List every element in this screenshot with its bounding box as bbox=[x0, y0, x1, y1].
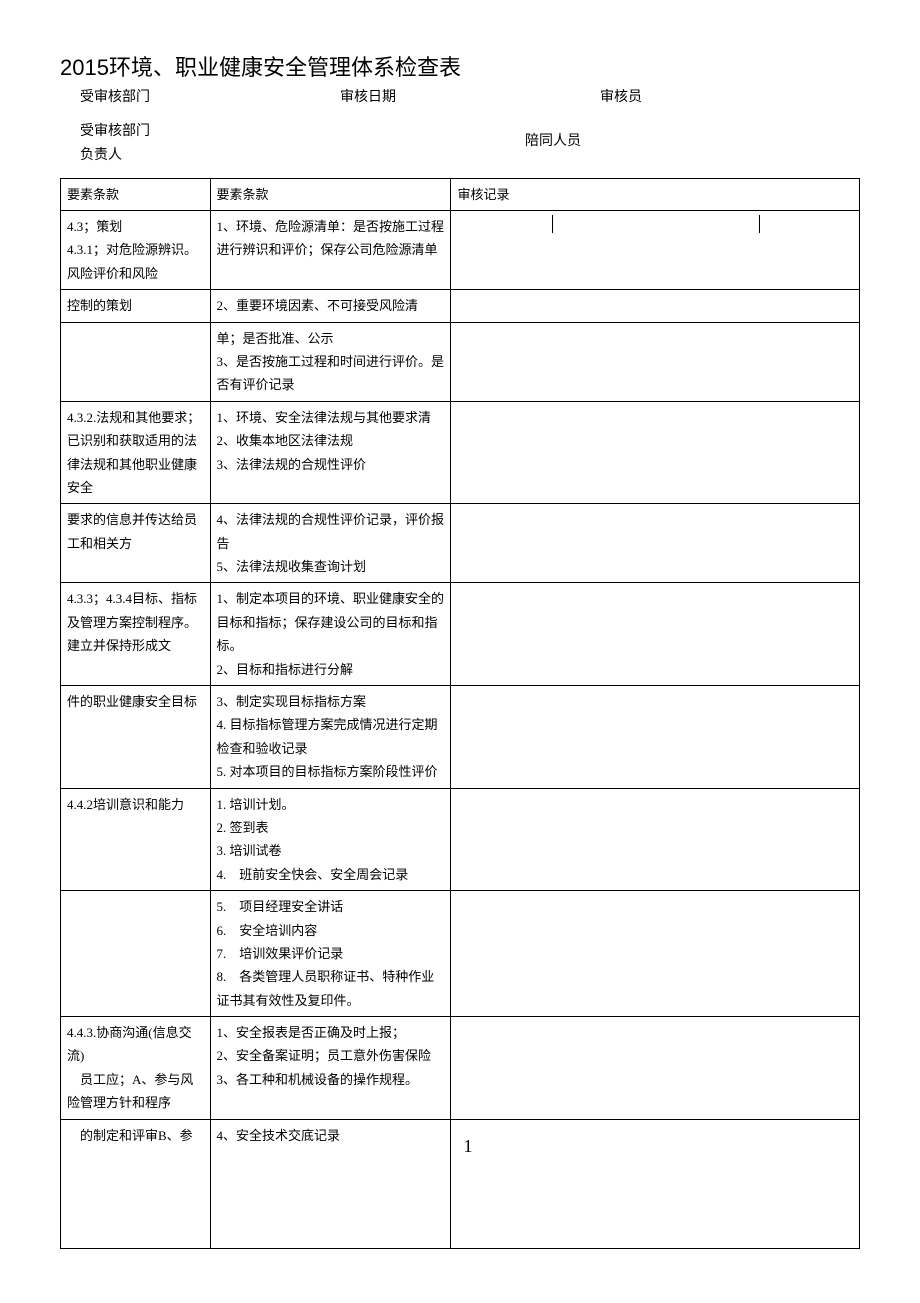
content-cell: 3、制定实现目标指标方案 4. 目标指标管理方案完成情况进行定期检查和验收记录 … bbox=[210, 686, 451, 789]
content-cell: 1. 培训计划。 2. 签到表 3. 培训试卷 4. 班前安全快会、安全周会记录 bbox=[210, 788, 451, 891]
table-row: 的制定和评审B、参4、安全技术交底记录1 bbox=[61, 1119, 860, 1248]
clause-cell: 的制定和评审B、参 bbox=[61, 1119, 211, 1248]
content-cell: 4、安全技术交底记录 bbox=[210, 1119, 451, 1248]
clause-cell: 4.4.3.协商沟通(信息交流) 员工应；A、参与风险管理方针和程序 bbox=[61, 1017, 211, 1120]
record-cell bbox=[451, 290, 860, 322]
record-cell bbox=[451, 210, 860, 289]
clause-cell: 件的职业健康安全目标 bbox=[61, 686, 211, 789]
table-row: 单；是否批准、公示 3、是否按施工过程和时间进行评价。是否有评价记录 bbox=[61, 322, 860, 401]
table-row: 4.3.2.法规和其他要求；已识别和获取适用的法律法规和其他职业健康安全1、环境… bbox=[61, 401, 860, 504]
table-row: 5. 项目经理安全讲话 6. 安全培训内容 7. 培训效果评价记录 8. 各类管… bbox=[61, 891, 860, 1017]
page-title: 2015环境、职业健康安全管理体系检查表 bbox=[60, 50, 860, 82]
clause-cell bbox=[61, 891, 211, 1017]
content-cell: 1、环境、安全法律法规与其他要求清 2、收集本地区法律法规 3、法律法规的合规性… bbox=[210, 401, 451, 504]
dept-audited-label: 受审核部门 bbox=[60, 86, 340, 106]
content-cell: 2、重要环境因素、不可接受风险清 bbox=[210, 290, 451, 322]
col-header-clause: 要素条款 bbox=[61, 178, 211, 210]
header-row-2: 受审核部门 负责人 陪同人员 bbox=[60, 120, 860, 168]
table-body: 4.3；策划 4.3.1；对危险源辨识。风险评价和风险1、环境、危险源清单：是否… bbox=[61, 210, 860, 1248]
clause-cell: 4.3.2.法规和其他要求；已识别和获取适用的法律法规和其他职业健康安全 bbox=[61, 401, 211, 504]
clause-cell: 4.3.3；4.3.4目标、指标及管理方案控制程序。 建立并保持形成文 bbox=[61, 583, 211, 686]
record-cell bbox=[451, 583, 860, 686]
clause-cell: 4.4.2培训意识和能力 bbox=[61, 788, 211, 891]
table-row: 控制的策划2、重要环境因素、不可接受风险清 bbox=[61, 290, 860, 322]
table-row: 4.4.3.协商沟通(信息交流) 员工应；A、参与风险管理方针和程序1、安全报表… bbox=[61, 1017, 860, 1120]
record-cell bbox=[451, 504, 860, 583]
content-cell: 单；是否批准、公示 3、是否按施工过程和时间进行评价。是否有评价记录 bbox=[210, 322, 451, 401]
clause-cell bbox=[61, 322, 211, 401]
record-cell: 1 bbox=[451, 1119, 860, 1248]
content-cell: 1、制定本项目的环境、职业健康安全的目标和指标；保存建设公司的目标和指标。 2、… bbox=[210, 583, 451, 686]
table-row: 要求的信息并传达给员工和相关方4、法律法规的合规性评价记录，评价报告 5、法律法… bbox=[61, 504, 860, 583]
table-header-row: 要素条款 要素条款 审核记录 bbox=[61, 178, 860, 210]
col-header-record: 审核记录 bbox=[451, 178, 860, 210]
table-row: 4.4.2培训意识和能力1. 培训计划。 2. 签到表 3. 培训试卷 4. 班… bbox=[61, 788, 860, 891]
audit-date-label: 审核日期 bbox=[340, 86, 600, 106]
record-cell bbox=[451, 322, 860, 401]
content-cell: 5. 项目经理安全讲话 6. 安全培训内容 7. 培训效果评价记录 8. 各类管… bbox=[210, 891, 451, 1017]
content-cell: 1、环境、危险源清单：是否按施工过程进行辨识和评价；保存公司危险源清单 bbox=[210, 210, 451, 289]
clause-cell: 要求的信息并传达给员工和相关方 bbox=[61, 504, 211, 583]
content-cell: 4、法律法规的合规性评价记录，评价报告 5、法律法规收集查询计划 bbox=[210, 504, 451, 583]
table-row: 4.3；策划 4.3.1；对危险源辨识。风险评价和风险1、环境、危险源清单：是否… bbox=[61, 210, 860, 289]
table-row: 4.3.3；4.3.4目标、指标及管理方案控制程序。 建立并保持形成文1、制定本… bbox=[61, 583, 860, 686]
record-cell bbox=[451, 1017, 860, 1120]
clause-cell: 控制的策划 bbox=[61, 290, 211, 322]
dept-head-label-line2: 负责人 bbox=[80, 144, 415, 168]
dept-head-label: 受审核部门 负责人 bbox=[60, 120, 415, 168]
dept-head-label-line1: 受审核部门 bbox=[80, 120, 415, 144]
auditor-label: 审核员 bbox=[600, 86, 860, 106]
accompany-label: 陪同人员 bbox=[415, 120, 860, 168]
record-cell bbox=[451, 788, 860, 891]
table-row: 件的职业健康安全目标3、制定实现目标指标方案 4. 目标指标管理方案完成情况进行… bbox=[61, 686, 860, 789]
record-cell bbox=[451, 891, 860, 1017]
checklist-table: 要素条款 要素条款 审核记录 4.3；策划 4.3.1；对危险源辨识。风险评价和… bbox=[60, 178, 860, 1249]
record-cell bbox=[451, 401, 860, 504]
col-header-clause2: 要素条款 bbox=[210, 178, 451, 210]
record-cell bbox=[451, 686, 860, 789]
clause-cell: 4.3；策划 4.3.1；对危险源辨识。风险评价和风险 bbox=[61, 210, 211, 289]
content-cell: 1、安全报表是否正确及时上报； 2、安全备案证明；员工意外伤害保险 3、各工种和… bbox=[210, 1017, 451, 1120]
page-number: 1 bbox=[457, 1124, 853, 1162]
header-row-1: 受审核部门 审核日期 审核员 bbox=[60, 86, 860, 106]
